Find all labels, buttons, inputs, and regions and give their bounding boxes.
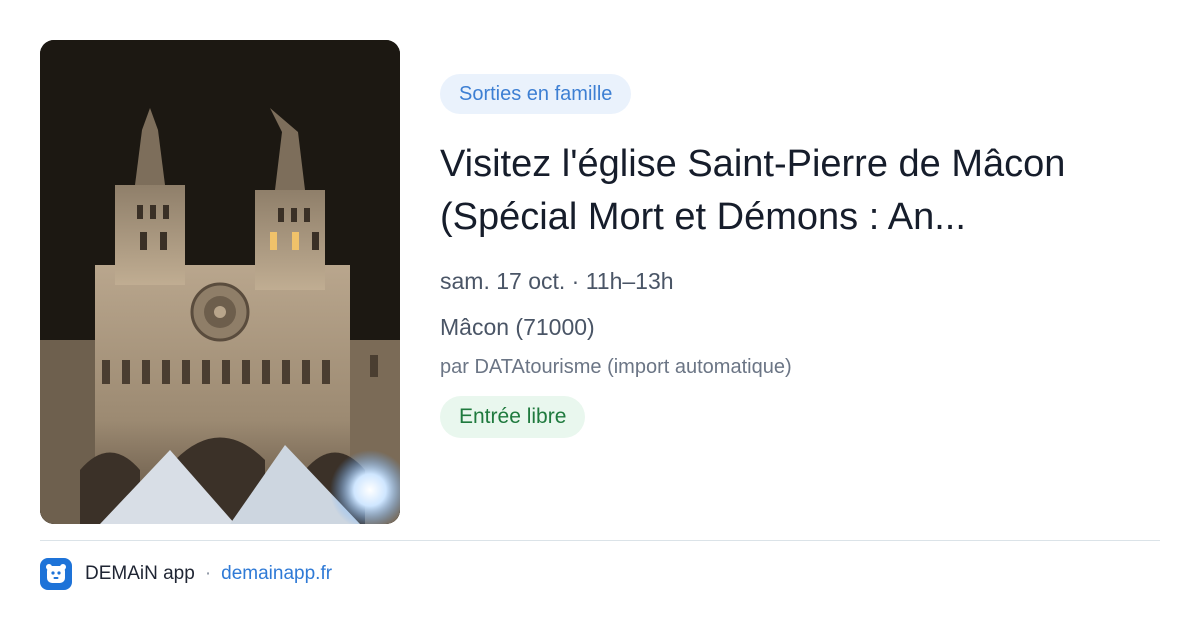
- price-badge: Entrée libre: [440, 396, 586, 438]
- demain-bear-logo-icon: [40, 558, 72, 590]
- app-name: DEMAiN app: [85, 563, 195, 584]
- event-title[interactable]: Visitez l'église Saint-Pierre de Mâcon (…: [440, 138, 1140, 244]
- event-photo: [40, 40, 400, 524]
- event-location: Mâcon (71000): [440, 314, 595, 340]
- footer: DEMAiN app · demainapp.fr: [40, 558, 332, 590]
- footer-divider: [40, 540, 1160, 541]
- event-details: Sorties en famille Visitez l'église Sain…: [440, 74, 1160, 438]
- event-datetime: sam. 17 oct. · 11h–13h: [440, 268, 674, 294]
- footer-separator: ·: [204, 563, 212, 584]
- event-card[interactable]: Sorties en famille Visitez l'église Sain…: [0, 0, 1200, 630]
- event-source: par DATAtourisme (import automatique): [440, 356, 792, 378]
- app-domain-link[interactable]: demainapp.fr: [221, 563, 332, 585]
- category-badge[interactable]: Sorties en famille: [440, 74, 632, 114]
